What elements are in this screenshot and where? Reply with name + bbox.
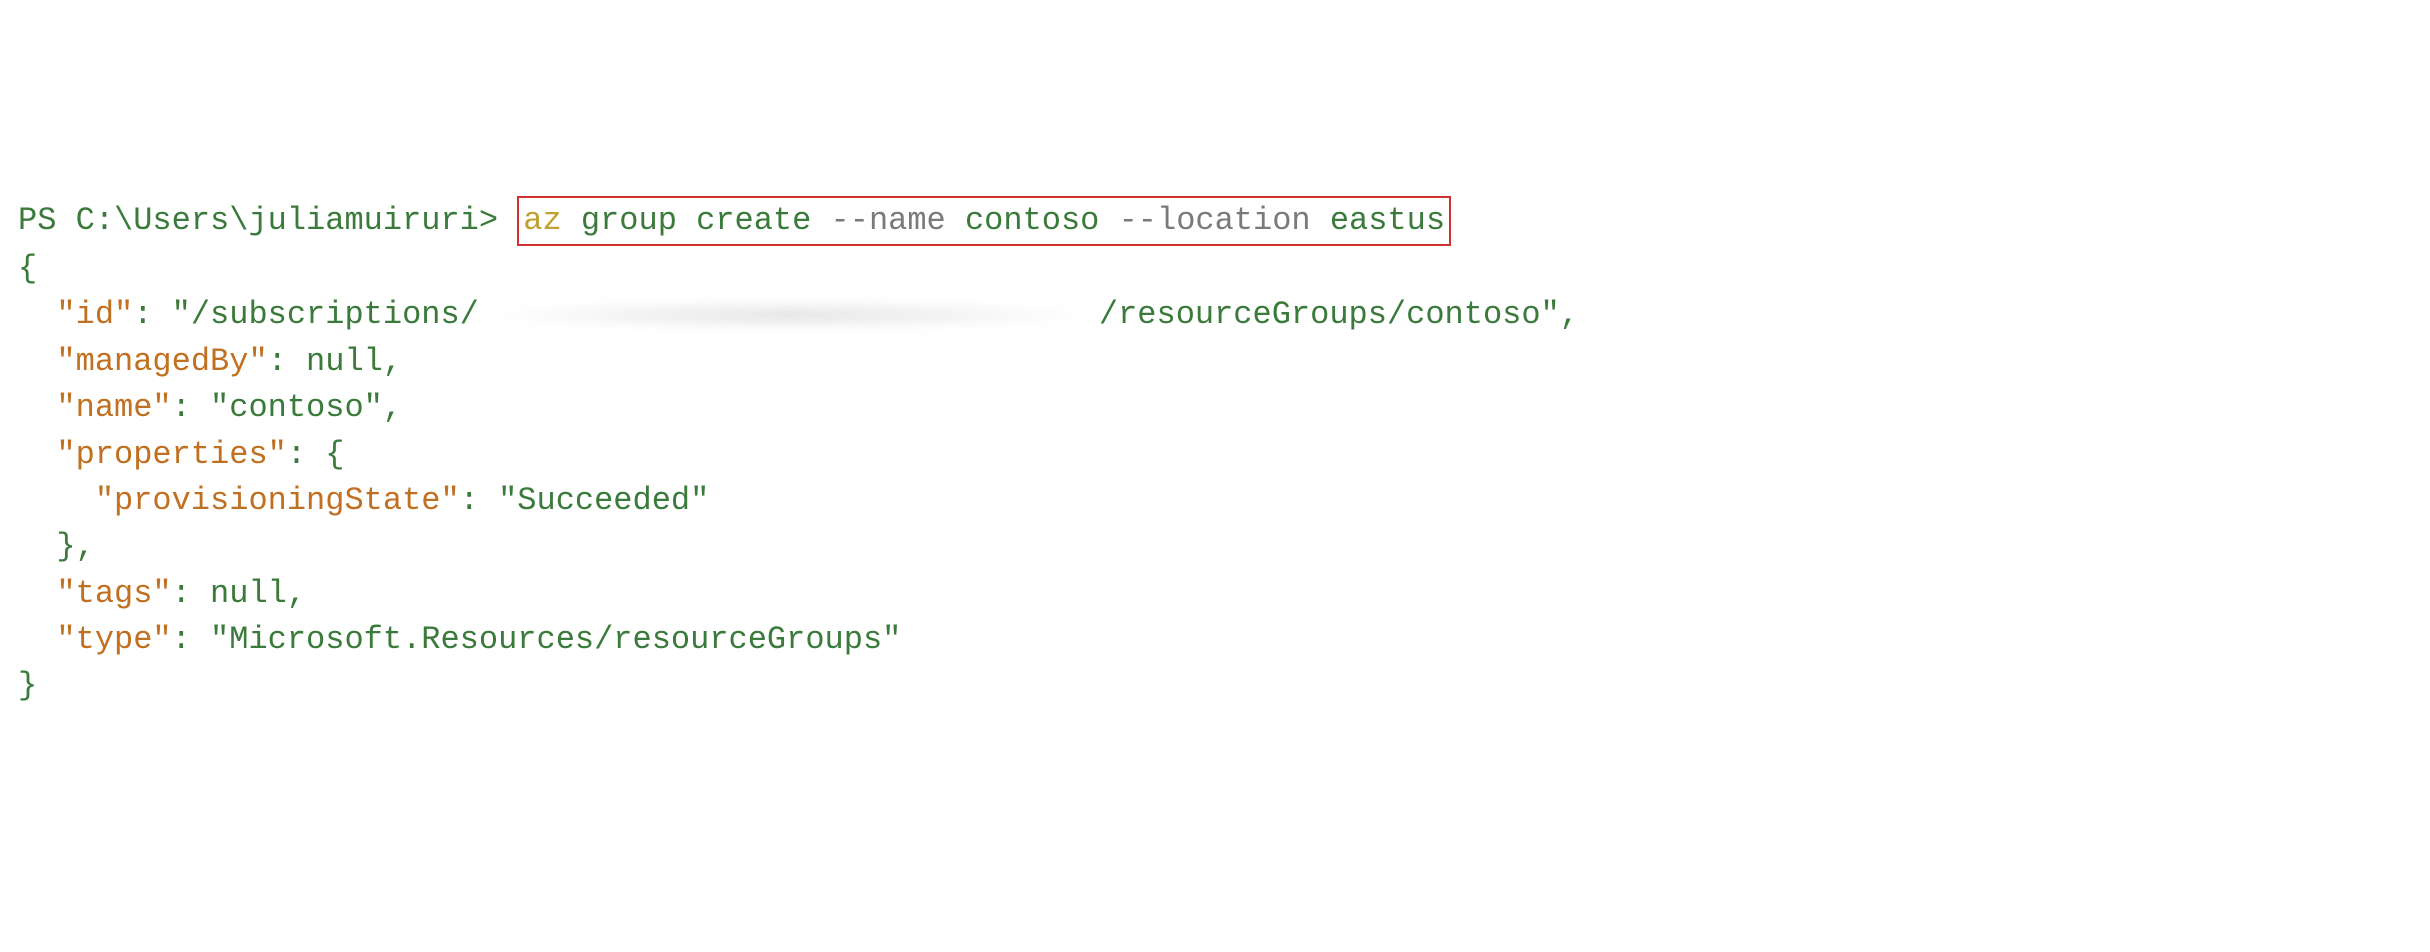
flag-name: --name [831, 202, 946, 239]
val-name: "contoso" [210, 389, 383, 426]
val-type: "Microsoft.Resources/resourceGroups" [210, 621, 901, 658]
val-location: eastus [1330, 202, 1445, 239]
key-id: "id" [56, 296, 133, 333]
props-close-brace: } [56, 528, 75, 565]
json-open-brace: { [18, 250, 37, 287]
cmd-az: az [523, 202, 561, 239]
val-managedby: null [306, 343, 383, 380]
terminal-output: PS C:\Users\juliamuiruri> az group creat… [18, 196, 2412, 710]
key-tags: "tags" [56, 575, 171, 612]
val-tags: null [210, 575, 287, 612]
key-type: "type" [56, 621, 171, 658]
props-open-brace: { [325, 436, 344, 473]
val-id-suffix: /resourceGroups/contoso" [1099, 296, 1560, 333]
ps-prompt: PS C:\Users\juliamuiruri> [18, 202, 517, 239]
key-provisioningstate: "provisioningState" [95, 482, 460, 519]
key-managedby: "managedBy" [56, 343, 267, 380]
val-name: contoso [965, 202, 1099, 239]
command-highlight: az group create --name contoso --locatio… [517, 196, 1451, 246]
cmd-create: create [696, 202, 811, 239]
flag-location: --location [1119, 202, 1311, 239]
cmd-group: group [581, 202, 677, 239]
redacted-subscription-id [479, 299, 1099, 331]
key-properties: "properties" [56, 436, 286, 473]
key-name: "name" [56, 389, 171, 426]
val-provisioningstate: "Succeeded" [498, 482, 709, 519]
val-id-prefix: "/subscriptions/ [172, 296, 479, 333]
